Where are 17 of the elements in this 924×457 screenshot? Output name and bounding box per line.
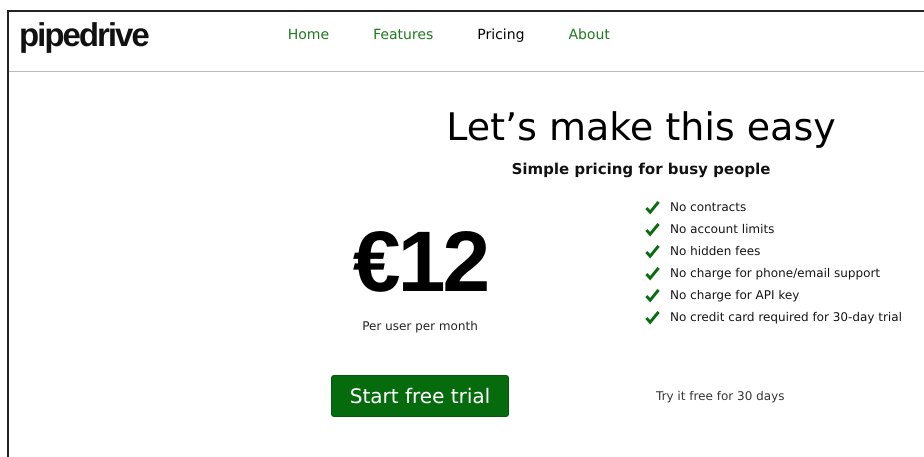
trial-note: Try it free for 30 days xyxy=(656,388,784,404)
feature-text: No charge for API key xyxy=(670,287,800,304)
feature-text: No account limits xyxy=(670,221,774,238)
logo[interactable]: pipedrive xyxy=(19,18,148,51)
nav-link[interactable]: Features xyxy=(373,25,434,46)
headline: Let’s make this easy xyxy=(445,104,837,151)
subheadline: Simple pricing for busy people xyxy=(510,159,772,180)
price-period: Per user per month xyxy=(362,318,478,334)
nav-link[interactable]: Home xyxy=(288,25,330,46)
feature-text: No contracts xyxy=(670,199,746,216)
price-amount: €12 xyxy=(352,218,488,304)
nav-link[interactable]: Pricing xyxy=(477,25,524,46)
feature-text: No hidden fees xyxy=(670,243,760,260)
start-trial-button[interactable]: Start free trial xyxy=(331,374,509,416)
feature-text: No charge for phone/email support xyxy=(670,265,880,282)
nav-link[interactable]: About xyxy=(568,25,610,46)
feature-text: No credit card required for 30-day trial xyxy=(670,309,902,326)
